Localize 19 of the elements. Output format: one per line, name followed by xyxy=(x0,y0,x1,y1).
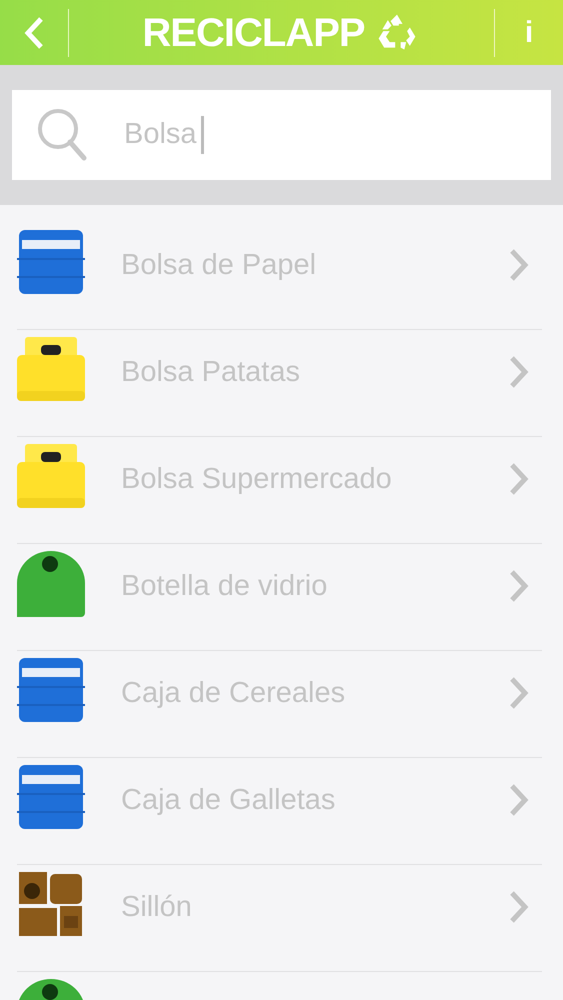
search-text: Bolsa xyxy=(124,117,197,152)
recycling-bin-icon xyxy=(17,765,85,829)
back-icon xyxy=(23,16,45,50)
app-title: RECICLAPP xyxy=(142,12,365,52)
chevron-right-icon xyxy=(508,783,530,817)
chevron-right-icon xyxy=(508,676,530,710)
chevron-right-icon xyxy=(508,355,530,389)
search-field[interactable]: Bolsa xyxy=(12,90,551,180)
recycling-bin-icon xyxy=(17,658,85,722)
furniture-icon xyxy=(18,872,84,936)
chevron-right-icon xyxy=(508,462,530,496)
chevron-right-icon xyxy=(508,248,530,282)
recycling-bin-icon xyxy=(17,230,85,294)
chevron-right-icon xyxy=(508,569,530,603)
lidded-bin-icon xyxy=(17,337,85,401)
chevron-right-icon xyxy=(508,890,530,924)
info-button[interactable]: i xyxy=(495,0,563,65)
lidded-bin-icon xyxy=(17,444,85,508)
bottle-bank-icon xyxy=(17,551,85,617)
